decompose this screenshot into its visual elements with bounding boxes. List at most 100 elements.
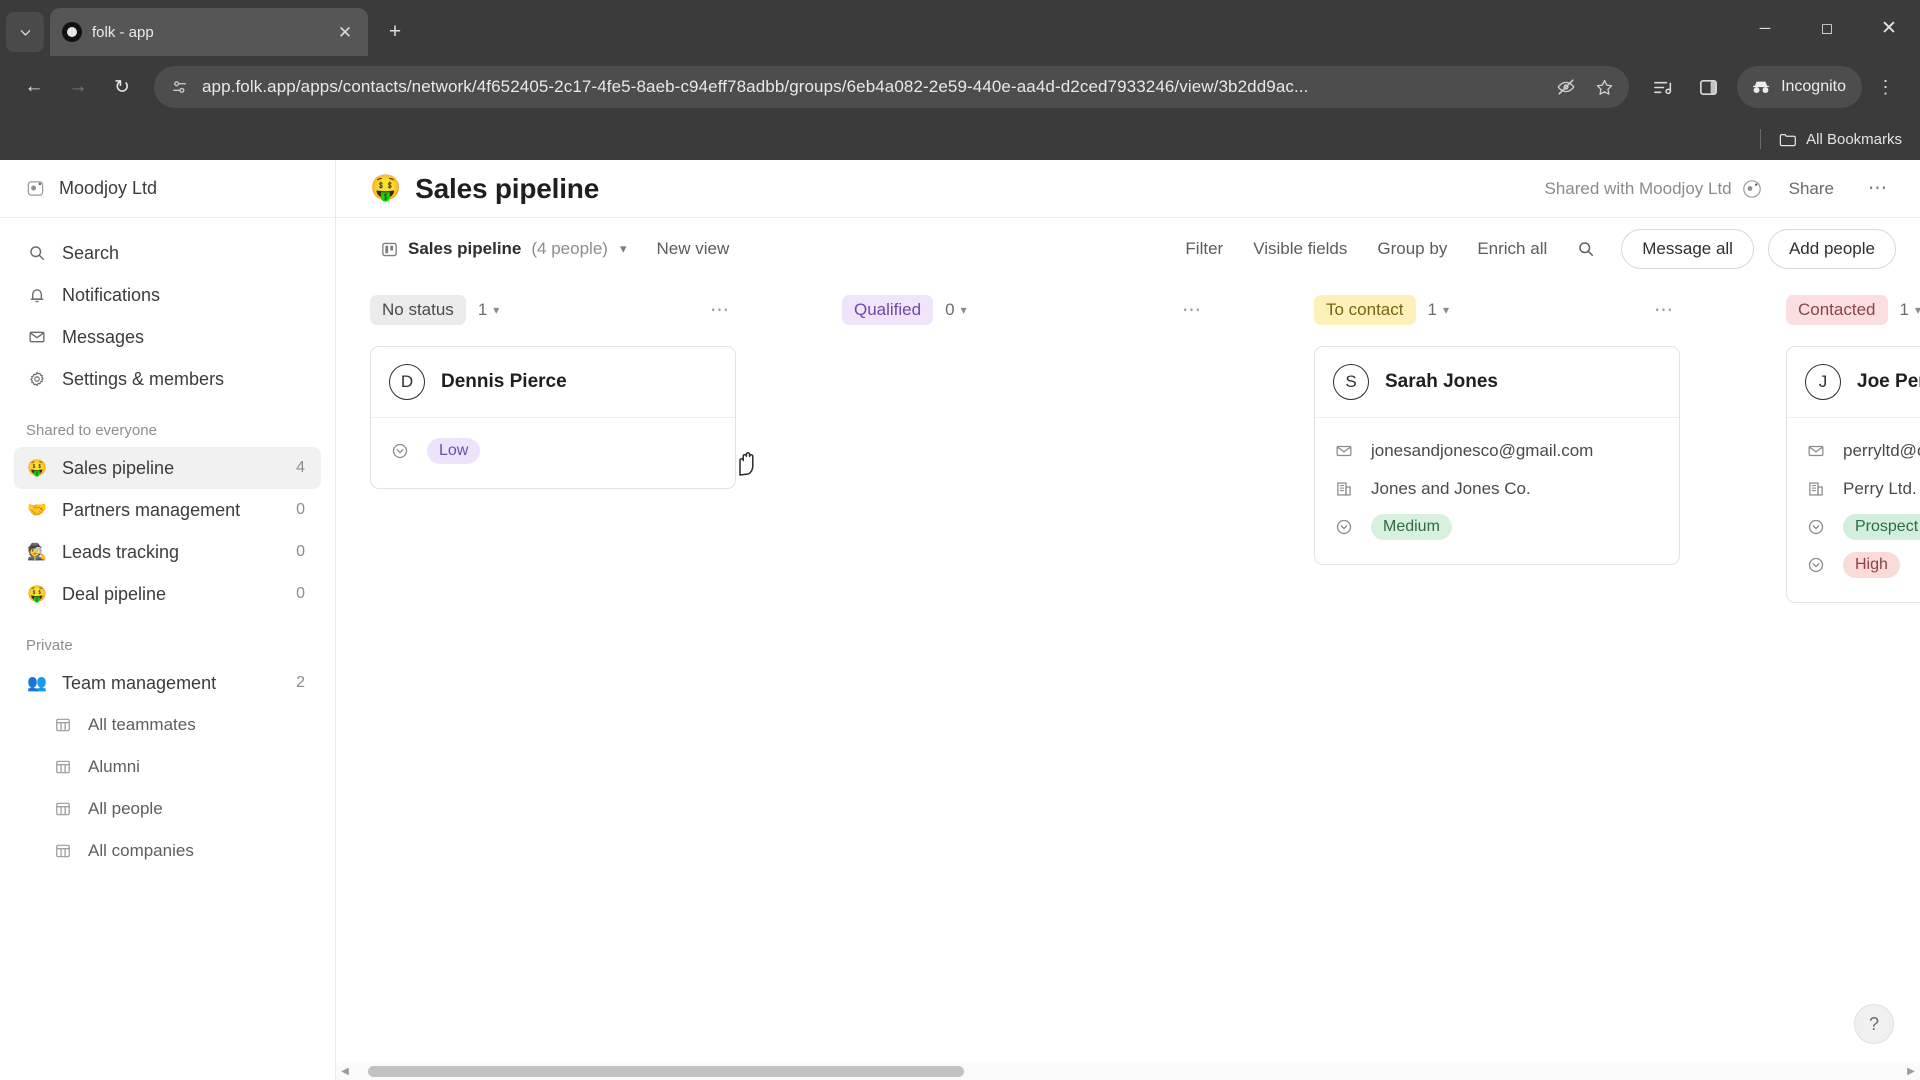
sidebar-item-all-people[interactable]: All people — [40, 788, 321, 830]
chevron-down-icon[interactable]: ▾ — [961, 303, 967, 317]
three-dot-menu-icon[interactable]: ⋮ — [1866, 66, 1906, 108]
group-by-button[interactable]: Group by — [1365, 231, 1459, 267]
scrollbar-thumb[interactable] — [368, 1066, 964, 1077]
help-button[interactable]: ? — [1854, 1004, 1894, 1044]
view-selector[interactable]: Sales pipeline (4 people) ▾ — [370, 232, 636, 266]
view-name: Sales pipeline — [408, 239, 522, 258]
window-controls: ─ ◻ ✕ — [1734, 0, 1920, 56]
sidebar-item-team-management[interactable]: 👥 Team management 2 — [14, 662, 321, 704]
horizontal-scrollbar[interactable]: ◀ ▶ — [336, 1062, 1920, 1080]
status-badge[interactable]: Contacted — [1786, 295, 1888, 325]
contact-card[interactable]: J Joe Perry perryltd@official.com — [1786, 346, 1920, 603]
message-all-button[interactable]: Message all — [1621, 229, 1754, 269]
page-settings-icon[interactable] — [168, 79, 190, 96]
sidebar-item-all-teammates[interactable]: All teammates — [40, 704, 321, 746]
maximize-icon[interactable]: ◻ — [1796, 0, 1858, 56]
shared-with-indicator[interactable]: Shared with Moodjoy Ltd — [1545, 178, 1763, 200]
all-bookmarks-button[interactable]: All Bookmarks — [1779, 131, 1902, 148]
card-field-email[interactable]: jonesandjonesco@gmail.com — [1333, 432, 1661, 470]
column-header: Qualified 0 ▾ ⋯ — [842, 288, 1208, 332]
column-count: 1 — [1899, 300, 1909, 319]
sidebar-item-leads-tracking[interactable]: 🕵️ Leads tracking 0 — [14, 531, 321, 573]
card-field-priority[interactable]: High — [1805, 546, 1920, 584]
share-button[interactable]: Share — [1777, 173, 1846, 205]
app-viewport: Moodjoy Ltd Search Notifications Message… — [0, 160, 1920, 1080]
close-icon[interactable]: ✕ — [334, 24, 356, 41]
three-dot-menu-icon[interactable]: ⋯ — [710, 299, 736, 322]
sidebar-item-partners-management[interactable]: 🤝 Partners management 0 — [14, 489, 321, 531]
enrich-all-button[interactable]: Enrich all — [1465, 231, 1559, 267]
company-value: Perry Ltd. — [1843, 479, 1917, 498]
add-people-button[interactable]: Add people — [1767, 229, 1896, 269]
address-bar[interactable]: app.folk.app/apps/contacts/network/4f652… — [154, 66, 1630, 108]
money-mouth-emoji-icon: 🤑 — [27, 586, 47, 603]
minimize-icon[interactable]: ─ — [1734, 0, 1796, 56]
filter-button[interactable]: Filter — [1173, 231, 1235, 267]
side-panel-icon[interactable] — [1687, 66, 1729, 108]
chevron-down-icon[interactable]: ▾ — [620, 241, 627, 257]
sidebar-item-all-companies[interactable]: All companies — [40, 830, 321, 872]
column-header: Contacted 1 ▾ ⋯ — [1786, 288, 1920, 332]
browser-toolbar: ← → ↻ app.folk.app/apps/contacts/network… — [0, 56, 1920, 118]
card-field-priority[interactable]: Medium — [1333, 508, 1661, 546]
sidebar-item-settings-members[interactable]: Settings & members — [14, 358, 321, 400]
avatar: J — [1805, 364, 1841, 400]
status-circle-icon — [1805, 556, 1827, 574]
chevron-down-icon[interactable]: ▾ — [1915, 303, 1920, 317]
card-body: jonesandjonesco@gmail.com Jones and Jone… — [1315, 417, 1679, 564]
card-field-stage[interactable]: Prospect — [1805, 508, 1920, 546]
sidebar-item-label: Partners management — [62, 499, 241, 520]
sidebar-item-count: 4 — [296, 459, 305, 476]
bell-icon — [26, 284, 48, 306]
tab-search-chevron-icon[interactable] — [6, 12, 44, 52]
incognito-indicator[interactable]: Incognito — [1737, 66, 1862, 108]
sidebar-item-alumni[interactable]: Alumni — [40, 746, 321, 788]
tab-strip: folk - app ✕ + ─ ◻ ✕ — [0, 0, 1920, 56]
scroll-right-arrow-icon[interactable]: ▶ — [1902, 1066, 1920, 1077]
workspace-switcher[interactable]: Moodjoy Ltd — [0, 160, 335, 218]
browser-tab[interactable]: folk - app ✕ — [50, 8, 368, 56]
reading-list-icon[interactable] — [1641, 66, 1683, 108]
contact-card[interactable]: D Dennis Pierce Low — [370, 346, 736, 489]
card-field-email[interactable]: perryltd@official.com — [1805, 432, 1920, 470]
chevron-down-icon[interactable]: ▾ — [1443, 303, 1449, 317]
card-field-company[interactable]: Perry Ltd. — [1805, 470, 1920, 508]
card-field-company[interactable]: Jones and Jones Co. — [1333, 470, 1661, 508]
back-arrow-icon[interactable]: ← — [14, 67, 54, 107]
email-value: jonesandjonesco@gmail.com — [1371, 441, 1594, 460]
sidebar-subitem-label: All teammates — [88, 715, 196, 734]
chevron-down-icon[interactable]: ▾ — [493, 303, 499, 317]
eye-crossed-icon[interactable] — [1555, 76, 1577, 98]
reload-icon[interactable]: ↻ — [102, 67, 142, 107]
sidebar-subitem-label: Alumni — [88, 757, 140, 776]
sidebar-item-deal-pipeline[interactable]: 🤑 Deal pipeline 0 — [14, 573, 321, 615]
money-mouth-emoji-icon: 🤑 — [27, 460, 47, 477]
contact-card[interactable]: S Sarah Jones jonesandjonesco@gmail.com — [1314, 346, 1680, 565]
forward-arrow-icon[interactable]: → — [58, 67, 98, 107]
main-content: 🤑 Sales pipeline Shared with Moodjoy Ltd… — [336, 160, 1920, 1080]
three-dot-menu-icon[interactable]: ⋯ — [1860, 177, 1896, 200]
three-dot-menu-icon[interactable]: ⋯ — [1654, 299, 1680, 322]
sidebar-item-notifications[interactable]: Notifications — [14, 274, 321, 316]
three-dot-menu-icon[interactable]: ⋯ — [1182, 299, 1208, 322]
visible-fields-button[interactable]: Visible fields — [1241, 231, 1359, 267]
scroll-left-arrow-icon[interactable]: ◀ — [336, 1066, 354, 1077]
close-icon[interactable]: ✕ — [1858, 0, 1920, 56]
board-column: No status 1 ▾ ⋯ D Dennis Pierce Low — [370, 288, 736, 489]
url-text: app.folk.app/apps/contacts/network/4f652… — [202, 77, 1309, 96]
star-icon[interactable] — [1593, 76, 1615, 98]
sidebar-item-sales-pipeline[interactable]: 🤑 Sales pipeline 4 — [14, 447, 321, 489]
new-view-button[interactable]: New view — [642, 231, 743, 267]
plus-icon[interactable]: + — [378, 15, 412, 49]
status-badge[interactable]: No status — [370, 295, 466, 325]
search-icon[interactable] — [1565, 240, 1607, 258]
card-field[interactable]: Low — [389, 432, 717, 470]
building-icon — [1333, 480, 1355, 498]
scrollbar-track[interactable] — [354, 1062, 1902, 1080]
status-badge[interactable]: To contact — [1314, 295, 1416, 325]
sidebar-item-search[interactable]: Search — [14, 232, 321, 274]
folder-icon — [1779, 133, 1797, 146]
status-badge[interactable]: Qualified — [842, 295, 934, 325]
sidebar-item-messages[interactable]: Messages — [14, 316, 321, 358]
workspace-name: Moodjoy Ltd — [59, 178, 158, 198]
